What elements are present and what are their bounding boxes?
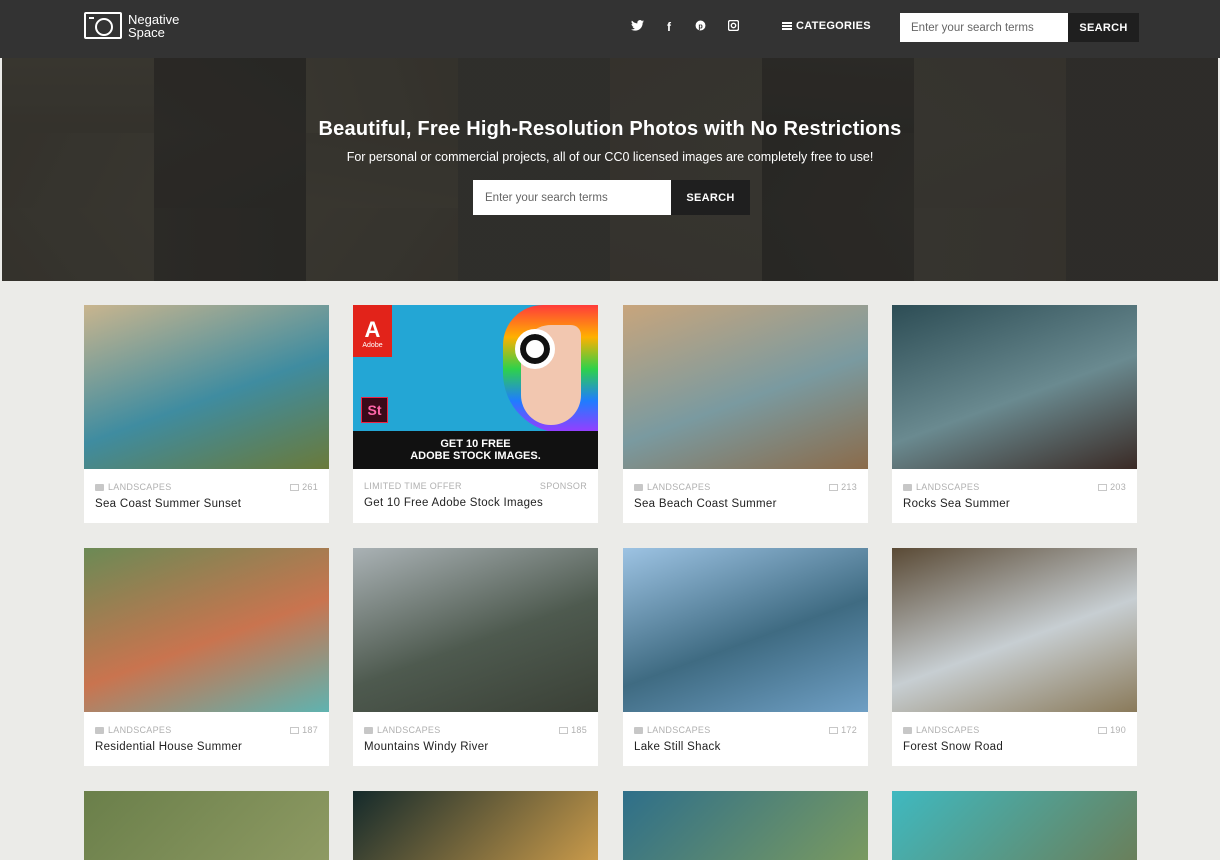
- photo-card[interactable]: [84, 791, 329, 860]
- card-category: LANDSCAPES: [377, 725, 441, 735]
- image-icon: [1098, 726, 1108, 734]
- sunglasses-icon: [515, 329, 555, 369]
- card-title[interactable]: Mountains Windy River: [364, 741, 489, 753]
- hero-subtitle: For personal or commercial projects, all…: [346, 150, 874, 164]
- photo-card[interactable]: LANDSCAPES 190 Forest Snow Road: [892, 548, 1137, 766]
- photo-thumbnail[interactable]: [623, 305, 868, 469]
- card-count: 185: [571, 725, 587, 735]
- camera-icon: [903, 483, 912, 491]
- photo-thumbnail[interactable]: [892, 548, 1137, 712]
- camera-icon: [634, 483, 643, 491]
- card-title[interactable]: Rocks Sea Summer: [903, 498, 1010, 510]
- hero-title: Beautiful, Free High-Resolution Photos w…: [318, 118, 902, 140]
- card-count: 203: [1110, 482, 1126, 492]
- photo-thumbnail[interactable]: [623, 548, 868, 712]
- pinterest-icon[interactable]: p: [692, 19, 708, 35]
- photo-thumbnail[interactable]: [892, 305, 1137, 469]
- photo-thumbnail[interactable]: [623, 791, 868, 860]
- camera-icon: [95, 726, 104, 734]
- facebook-icon[interactable]: f: [661, 19, 677, 35]
- camera-icon: [364, 726, 373, 734]
- camera-icon: [95, 483, 104, 491]
- card-category: LANDSCAPES: [108, 482, 172, 492]
- instagram-icon[interactable]: [725, 19, 741, 35]
- card-title[interactable]: Get 10 Free Adobe Stock Images: [364, 497, 543, 509]
- hero-banner: Beautiful, Free High-Resolution Photos w…: [2, 58, 1218, 281]
- photo-card[interactable]: LANDSCAPES 203 Rocks Sea Summer: [892, 305, 1137, 523]
- image-icon: [829, 726, 839, 734]
- photo-card[interactable]: LANDSCAPES 172 Lake Still Shack: [623, 548, 868, 766]
- adobe-ad-banner[interactable]: A Adobe St GET 10 FREE ADOBE STOCK IMAGE…: [353, 305, 598, 469]
- list-icon: [782, 22, 792, 30]
- categories-menu-button[interactable]: CATEGORIES: [782, 20, 871, 32]
- header-search-input[interactable]: [900, 13, 1068, 42]
- image-icon: [559, 726, 569, 734]
- header-search-button[interactable]: SEARCH: [1068, 13, 1139, 42]
- photo-card[interactable]: LANDSCAPES 213 Sea Beach Coast Summer: [623, 305, 868, 523]
- photo-card[interactable]: [892, 791, 1137, 860]
- header-search: SEARCH: [900, 13, 1139, 42]
- card-category: LANDSCAPES: [647, 482, 711, 492]
- card-title[interactable]: Residential House Summer: [95, 741, 242, 753]
- camera-icon: [903, 726, 912, 734]
- image-icon: [290, 483, 300, 491]
- hero-search: SEARCH: [473, 180, 750, 215]
- card-title[interactable]: Sea Coast Summer Sunset: [95, 498, 241, 510]
- hero-search-button[interactable]: SEARCH: [671, 180, 750, 215]
- card-title[interactable]: Forest Snow Road: [903, 741, 1003, 753]
- card-title[interactable]: Sea Beach Coast Summer: [634, 498, 777, 510]
- photo-card[interactable]: LANDSCAPES 187 Residential House Summer: [84, 548, 329, 766]
- card-count: 190: [1110, 725, 1126, 735]
- photo-thumbnail[interactable]: [84, 305, 329, 469]
- photo-card[interactable]: [623, 791, 868, 860]
- hero-search-input[interactable]: [473, 180, 671, 215]
- adobe-logo-icon: A Adobe: [353, 305, 392, 357]
- photo-thumbnail[interactable]: [84, 791, 329, 860]
- camera-icon: [634, 726, 643, 734]
- categories-label: CATEGORIES: [796, 20, 871, 32]
- sponsor-card[interactable]: A Adobe St GET 10 FREE ADOBE STOCK IMAGE…: [353, 305, 598, 523]
- site-logo[interactable]: Negative Space: [84, 12, 188, 39]
- logo-text-line2: Space: [128, 24, 165, 40]
- top-navbar: Negative Space f p CATEGORIES SEARCH: [0, 0, 1220, 58]
- sponsor-label: SPONSOR: [539, 481, 587, 491]
- card-count: 172: [841, 725, 857, 735]
- card-category: LANDSCAPES: [108, 725, 172, 735]
- card-category: LANDSCAPES: [916, 725, 980, 735]
- camera-logo-icon: [84, 12, 122, 39]
- photo-card[interactable]: [353, 791, 598, 860]
- photo-card[interactable]: LANDSCAPES 185 Mountains Windy River: [353, 548, 598, 766]
- photo-thumbnail[interactable]: [892, 791, 1137, 860]
- image-icon: [829, 483, 839, 491]
- photo-thumbnail[interactable]: [84, 548, 329, 712]
- card-count: 187: [302, 725, 318, 735]
- twitter-icon[interactable]: [629, 19, 645, 35]
- image-icon: [1098, 483, 1108, 491]
- photo-thumbnail[interactable]: [353, 791, 598, 860]
- offer-label: LIMITED TIME OFFER: [364, 481, 462, 491]
- card-count: 261: [302, 482, 318, 492]
- adobe-stock-icon: St: [361, 397, 388, 423]
- card-category: LANDSCAPES: [916, 482, 980, 492]
- logo-text-line1: Negative: [128, 11, 180, 27]
- card-category: LANDSCAPES: [647, 725, 711, 735]
- svg-text:p: p: [698, 22, 703, 30]
- image-icon: [290, 726, 300, 734]
- card-count: 213: [841, 482, 857, 492]
- card-title[interactable]: Lake Still Shack: [634, 741, 721, 753]
- photo-card[interactable]: LANDSCAPES 261 Sea Coast Summer Sunset: [84, 305, 329, 523]
- photo-thumbnail[interactable]: [353, 548, 598, 712]
- ad-caption: GET 10 FREE ADOBE STOCK IMAGES.: [353, 431, 598, 469]
